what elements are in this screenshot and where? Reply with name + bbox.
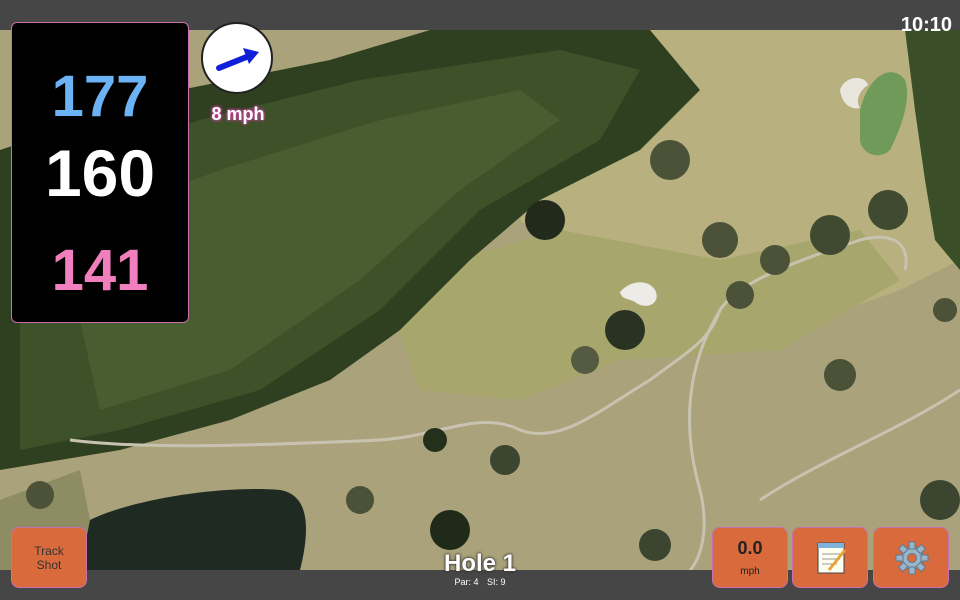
- speed-value: 0.0: [737, 538, 763, 558]
- notes-button[interactable]: [792, 527, 868, 588]
- arrow-icon: [216, 48, 259, 71]
- hole-info: Par: 4 SI: 9: [380, 577, 580, 587]
- speed-unit: mph: [740, 566, 760, 577]
- par-label: Par: 4: [454, 577, 479, 587]
- clock: 10:10: [900, 14, 952, 36]
- notepad-icon: [817, 542, 847, 574]
- distance-back: 177: [51, 64, 149, 129]
- gear-icon: [895, 541, 929, 575]
- hole-title: Hole 1: [443, 550, 517, 577]
- stroke-index-label: SI: 9: [487, 577, 506, 587]
- wind-indicator: [201, 22, 273, 94]
- distance-panel: 177 160 141: [11, 22, 189, 323]
- settings-button[interactable]: [873, 527, 949, 588]
- distance-middle: 160: [44, 136, 156, 210]
- track-shot-button[interactable]: Track Shot: [11, 527, 87, 588]
- track-shot-label: Track Shot: [34, 543, 64, 572]
- speed-button[interactable]: 0.0 mph: [712, 527, 788, 588]
- distance-front: 141: [51, 238, 149, 303]
- wind-speed: 8 mph: [211, 104, 265, 124]
